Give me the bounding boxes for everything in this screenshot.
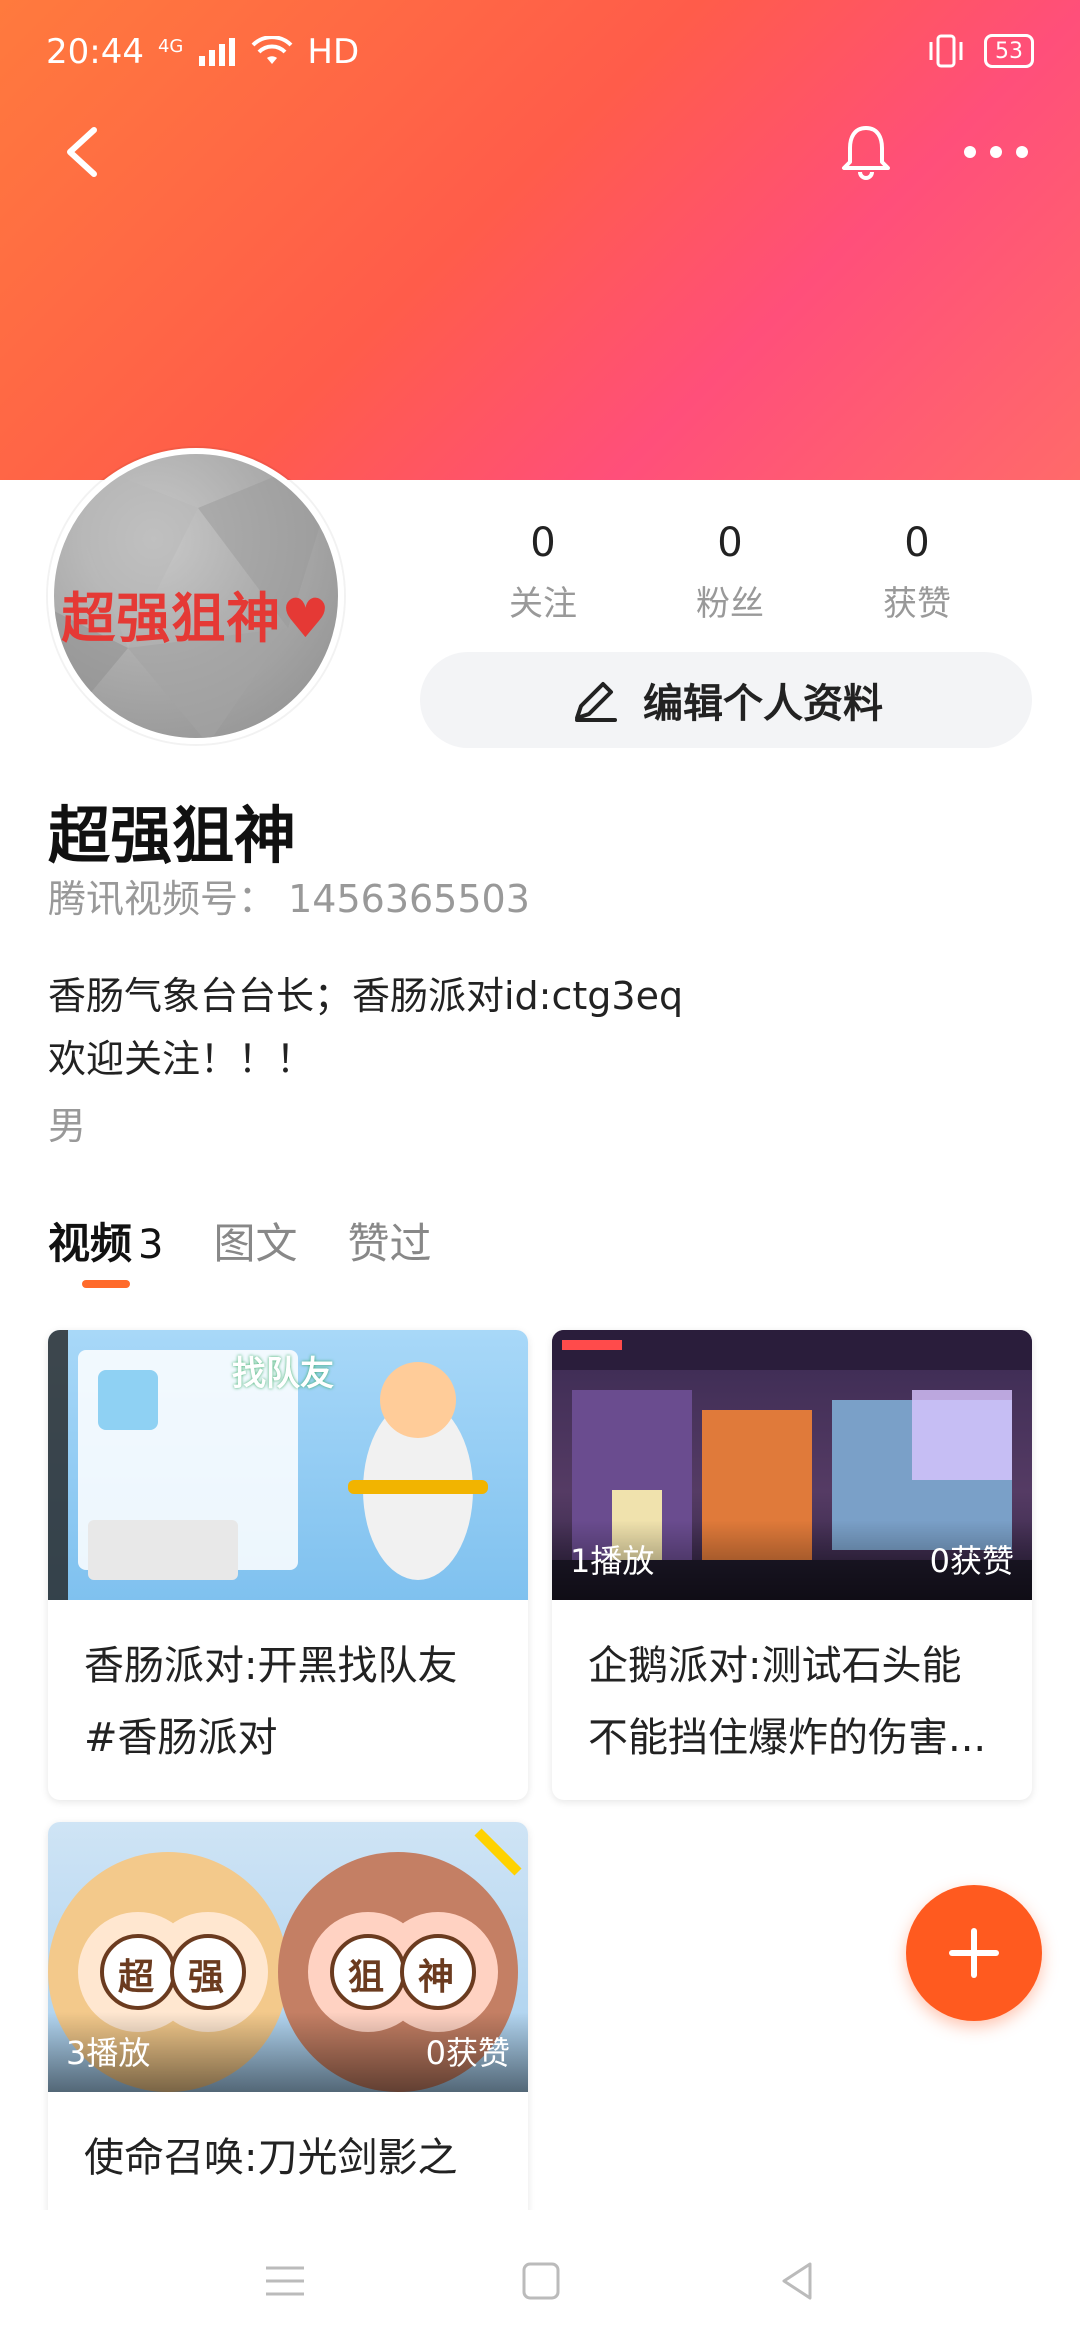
- battery-indicator: 53: [984, 34, 1034, 68]
- tab-indicator: [82, 1280, 130, 1288]
- video-thumbnail: 超 强 狙 神 3播放 0获赞: [48, 1822, 528, 2092]
- profile-name: 超强狙神: [48, 799, 297, 872]
- hd-indicator: HD: [307, 32, 360, 72]
- edit-profile-button[interactable]: 编辑个人资料: [420, 652, 1032, 748]
- stat-fans-label: 粉丝: [696, 584, 764, 624]
- signal-bars-icon: [199, 38, 236, 66]
- video-card[interactable]: 1播放 0获赞 企鹅派对:测试石头能不能挡住爆炸的伤害...: [552, 1330, 1032, 1800]
- bell-icon[interactable]: [838, 122, 894, 182]
- system-nav-bar: [0, 2210, 1080, 2340]
- status-bar: 20:44 4G HD 53: [0, 0, 1080, 110]
- stat-likes-label: 获赞: [883, 584, 951, 624]
- vibrate-icon: [929, 34, 963, 68]
- stat-following[interactable]: 0 关注: [450, 520, 636, 624]
- profile-id-value: 1456365503: [288, 877, 530, 921]
- stat-fans[interactable]: 0 粉丝: [637, 520, 823, 624]
- play-count: 3播放: [66, 2034, 151, 2072]
- back-button[interactable]: [58, 122, 108, 182]
- avatar[interactable]: 超强狙神♥: [48, 448, 344, 744]
- tab-videos-count: 3: [138, 1222, 164, 1268]
- tab-liked-label: 赞过: [347, 1219, 432, 1268]
- tab-videos[interactable]: 视频 3: [48, 1210, 163, 1271]
- menu-icon[interactable]: [262, 2258, 308, 2304]
- status-left: 20:44 4G HD: [46, 32, 359, 72]
- stat-following-value: 0: [530, 520, 556, 566]
- play-count: 1播放: [570, 1542, 655, 1580]
- signal-4g-icon: 4G: [157, 36, 184, 57]
- tab-posts-label: 图文: [213, 1219, 298, 1268]
- wifi-icon: [251, 36, 293, 64]
- stat-likes[interactable]: 0 获赞: [824, 520, 1010, 624]
- video-thumbnail: 1播放 0获赞: [552, 1330, 1032, 1600]
- bio-line-2: 欢迎关注！！！: [48, 1037, 315, 1081]
- plus-icon: [949, 1928, 999, 1978]
- video-title: 香肠派对:开黑找队友 #香肠派对: [84, 1643, 458, 1761]
- stats-row: 0 关注 0 粉丝 0 获赞: [450, 520, 1010, 624]
- video-card[interactable]: 找队友 香肠派对:开黑找队友 #香肠派对: [48, 1330, 528, 1800]
- stat-following-label: 关注: [509, 584, 577, 624]
- home-icon[interactable]: [518, 2258, 564, 2304]
- thumbnail-char-2: 强: [188, 1957, 225, 1998]
- create-fab-button[interactable]: [906, 1885, 1042, 2021]
- thumbnail-title: 找队友: [232, 1354, 334, 1394]
- gender: 男: [48, 1104, 87, 1148]
- like-count: 0获赞: [425, 2034, 510, 2072]
- avatar-text: 超强狙神♥: [61, 587, 331, 650]
- tab-videos-label: 视频: [48, 1219, 133, 1268]
- tab-liked[interactable]: 赞过: [347, 1210, 431, 1271]
- back-triangle-icon[interactable]: [774, 2258, 820, 2304]
- stat-likes-value: 0: [904, 520, 930, 566]
- stat-fans-value: 0: [717, 520, 743, 566]
- video-title: 企鹅派对:测试石头能不能挡住爆炸的伤害...: [588, 1643, 987, 1761]
- profile-id-label: 腾讯视频号：: [48, 877, 277, 921]
- status-time: 20:44: [46, 32, 144, 72]
- profile-id: 腾讯视频号： 1456365503: [48, 868, 530, 923]
- edit-pencil-icon: [575, 682, 617, 722]
- thumbnail-char-3: 狙: [348, 1957, 385, 1998]
- thumbnail-char-1: 超: [118, 1957, 155, 1998]
- tab-posts[interactable]: 图文: [213, 1210, 297, 1271]
- thumbnail-char-4: 神: [418, 1957, 455, 1998]
- like-count: 0获赞: [929, 1542, 1014, 1580]
- edit-profile-label: 编辑个人资料: [643, 681, 883, 727]
- content-tabs: 视频 3 图文 赞过: [48, 1210, 432, 1271]
- bio-line-1: 香肠气象台台长；香肠派对id:ctg3eq: [48, 974, 684, 1018]
- status-right: 53: [926, 34, 1034, 68]
- video-thumbnail: 找队友: [48, 1330, 528, 1600]
- more-dots-icon[interactable]: [960, 140, 1032, 164]
